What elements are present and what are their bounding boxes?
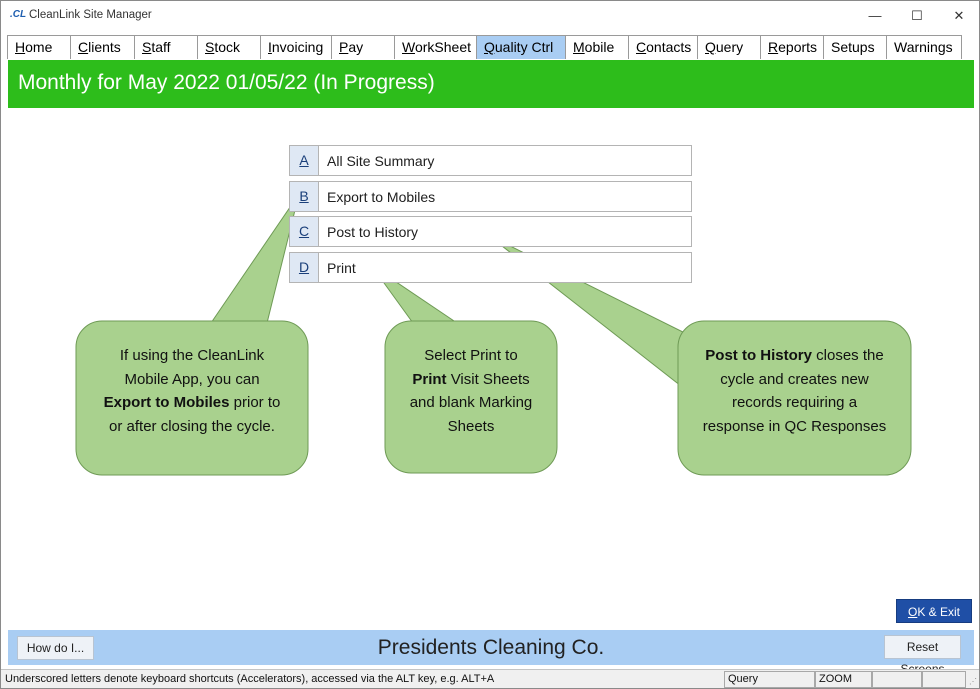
menu-key[interactable]: B bbox=[290, 182, 319, 211]
callout-bold: Export to Mobiles bbox=[103, 394, 230, 411]
menu-label: Post to History bbox=[327, 224, 419, 240]
callout-line-rest: Visit Sheets bbox=[446, 370, 530, 388]
callout-line: records requiring a bbox=[731, 394, 858, 411]
callout-line: Sheets bbox=[447, 417, 495, 435]
callout-bold: Print bbox=[412, 370, 447, 388]
status-hint: Underscored letters denote keyboard shor… bbox=[5, 673, 495, 685]
callout-line: or after closing the cycle. bbox=[109, 417, 275, 435]
status-bar: Underscored letters denote keyboard shor… bbox=[1, 669, 979, 688]
status-mode: Query bbox=[724, 671, 815, 688]
footer-bar: How do I... Presidents Cleaning Co. Rese… bbox=[8, 630, 974, 676]
reset-screens-button[interactable]: Reset Screens bbox=[884, 635, 961, 676]
menu-item-export-to-mobiles[interactable]: B Export to Mobiles bbox=[289, 181, 692, 212]
callout-line: Select Print to bbox=[424, 347, 518, 364]
callout-line: Post to History closes the bbox=[678, 344, 911, 368]
status-cell-empty bbox=[872, 671, 922, 688]
callout-line-rest: closes the bbox=[811, 347, 884, 364]
callout-line: cycle and creates new bbox=[720, 370, 869, 388]
menu-label: All Site Summary bbox=[327, 153, 435, 169]
company-name: Presidents Cleaning Co. bbox=[377, 636, 605, 659]
menu-label: Export to Mobiles bbox=[327, 189, 436, 205]
export-callout-text: If using the CleanLink Mobile App, you c… bbox=[76, 344, 308, 438]
menu-item-post-to-history[interactable]: C Post to History bbox=[289, 216, 692, 247]
callout-line: Export to Mobiles prior to bbox=[76, 391, 308, 415]
callout-graphics bbox=[75, 193, 912, 476]
button-accelerator: O bbox=[907, 605, 918, 619]
ok-exit-button[interactable]: OK & Exit bbox=[896, 599, 972, 623]
menu-key[interactable]: C bbox=[290, 217, 319, 246]
button-label: K & Exit bbox=[917, 605, 961, 619]
callout-line: response in QC Responses bbox=[702, 417, 887, 435]
history-callout-text: Post to History closes the cycle and cre… bbox=[678, 344, 911, 438]
callout-line: Print Visit Sheets bbox=[385, 368, 557, 392]
menu-key[interactable]: D bbox=[290, 253, 319, 282]
app-window: .CL CleanLink Site Manager — ☐ ✕ Home Cl… bbox=[0, 0, 980, 689]
callout-line: If using the CleanLink bbox=[119, 347, 265, 364]
export-callout-pointer bbox=[210, 193, 300, 324]
callout-line: Mobile App, you can bbox=[124, 370, 260, 388]
menu-item-print[interactable]: D Print bbox=[289, 252, 692, 283]
callout-line-rest: prior to bbox=[229, 394, 281, 411]
menu-label: Print bbox=[327, 260, 356, 276]
status-cell-empty bbox=[922, 671, 966, 688]
print-callout-text: Select Print to Print Visit Sheets and b… bbox=[385, 344, 557, 438]
menu-item-all-site-summary[interactable]: A All Site Summary bbox=[289, 145, 692, 176]
resize-grip-icon[interactable]: ⋰ bbox=[969, 677, 977, 686]
callout-bold: Post to History bbox=[705, 347, 812, 364]
menu-key[interactable]: A bbox=[290, 146, 319, 175]
status-zoom: ZOOM bbox=[815, 671, 872, 688]
callout-line: and blank Marking bbox=[409, 394, 533, 411]
